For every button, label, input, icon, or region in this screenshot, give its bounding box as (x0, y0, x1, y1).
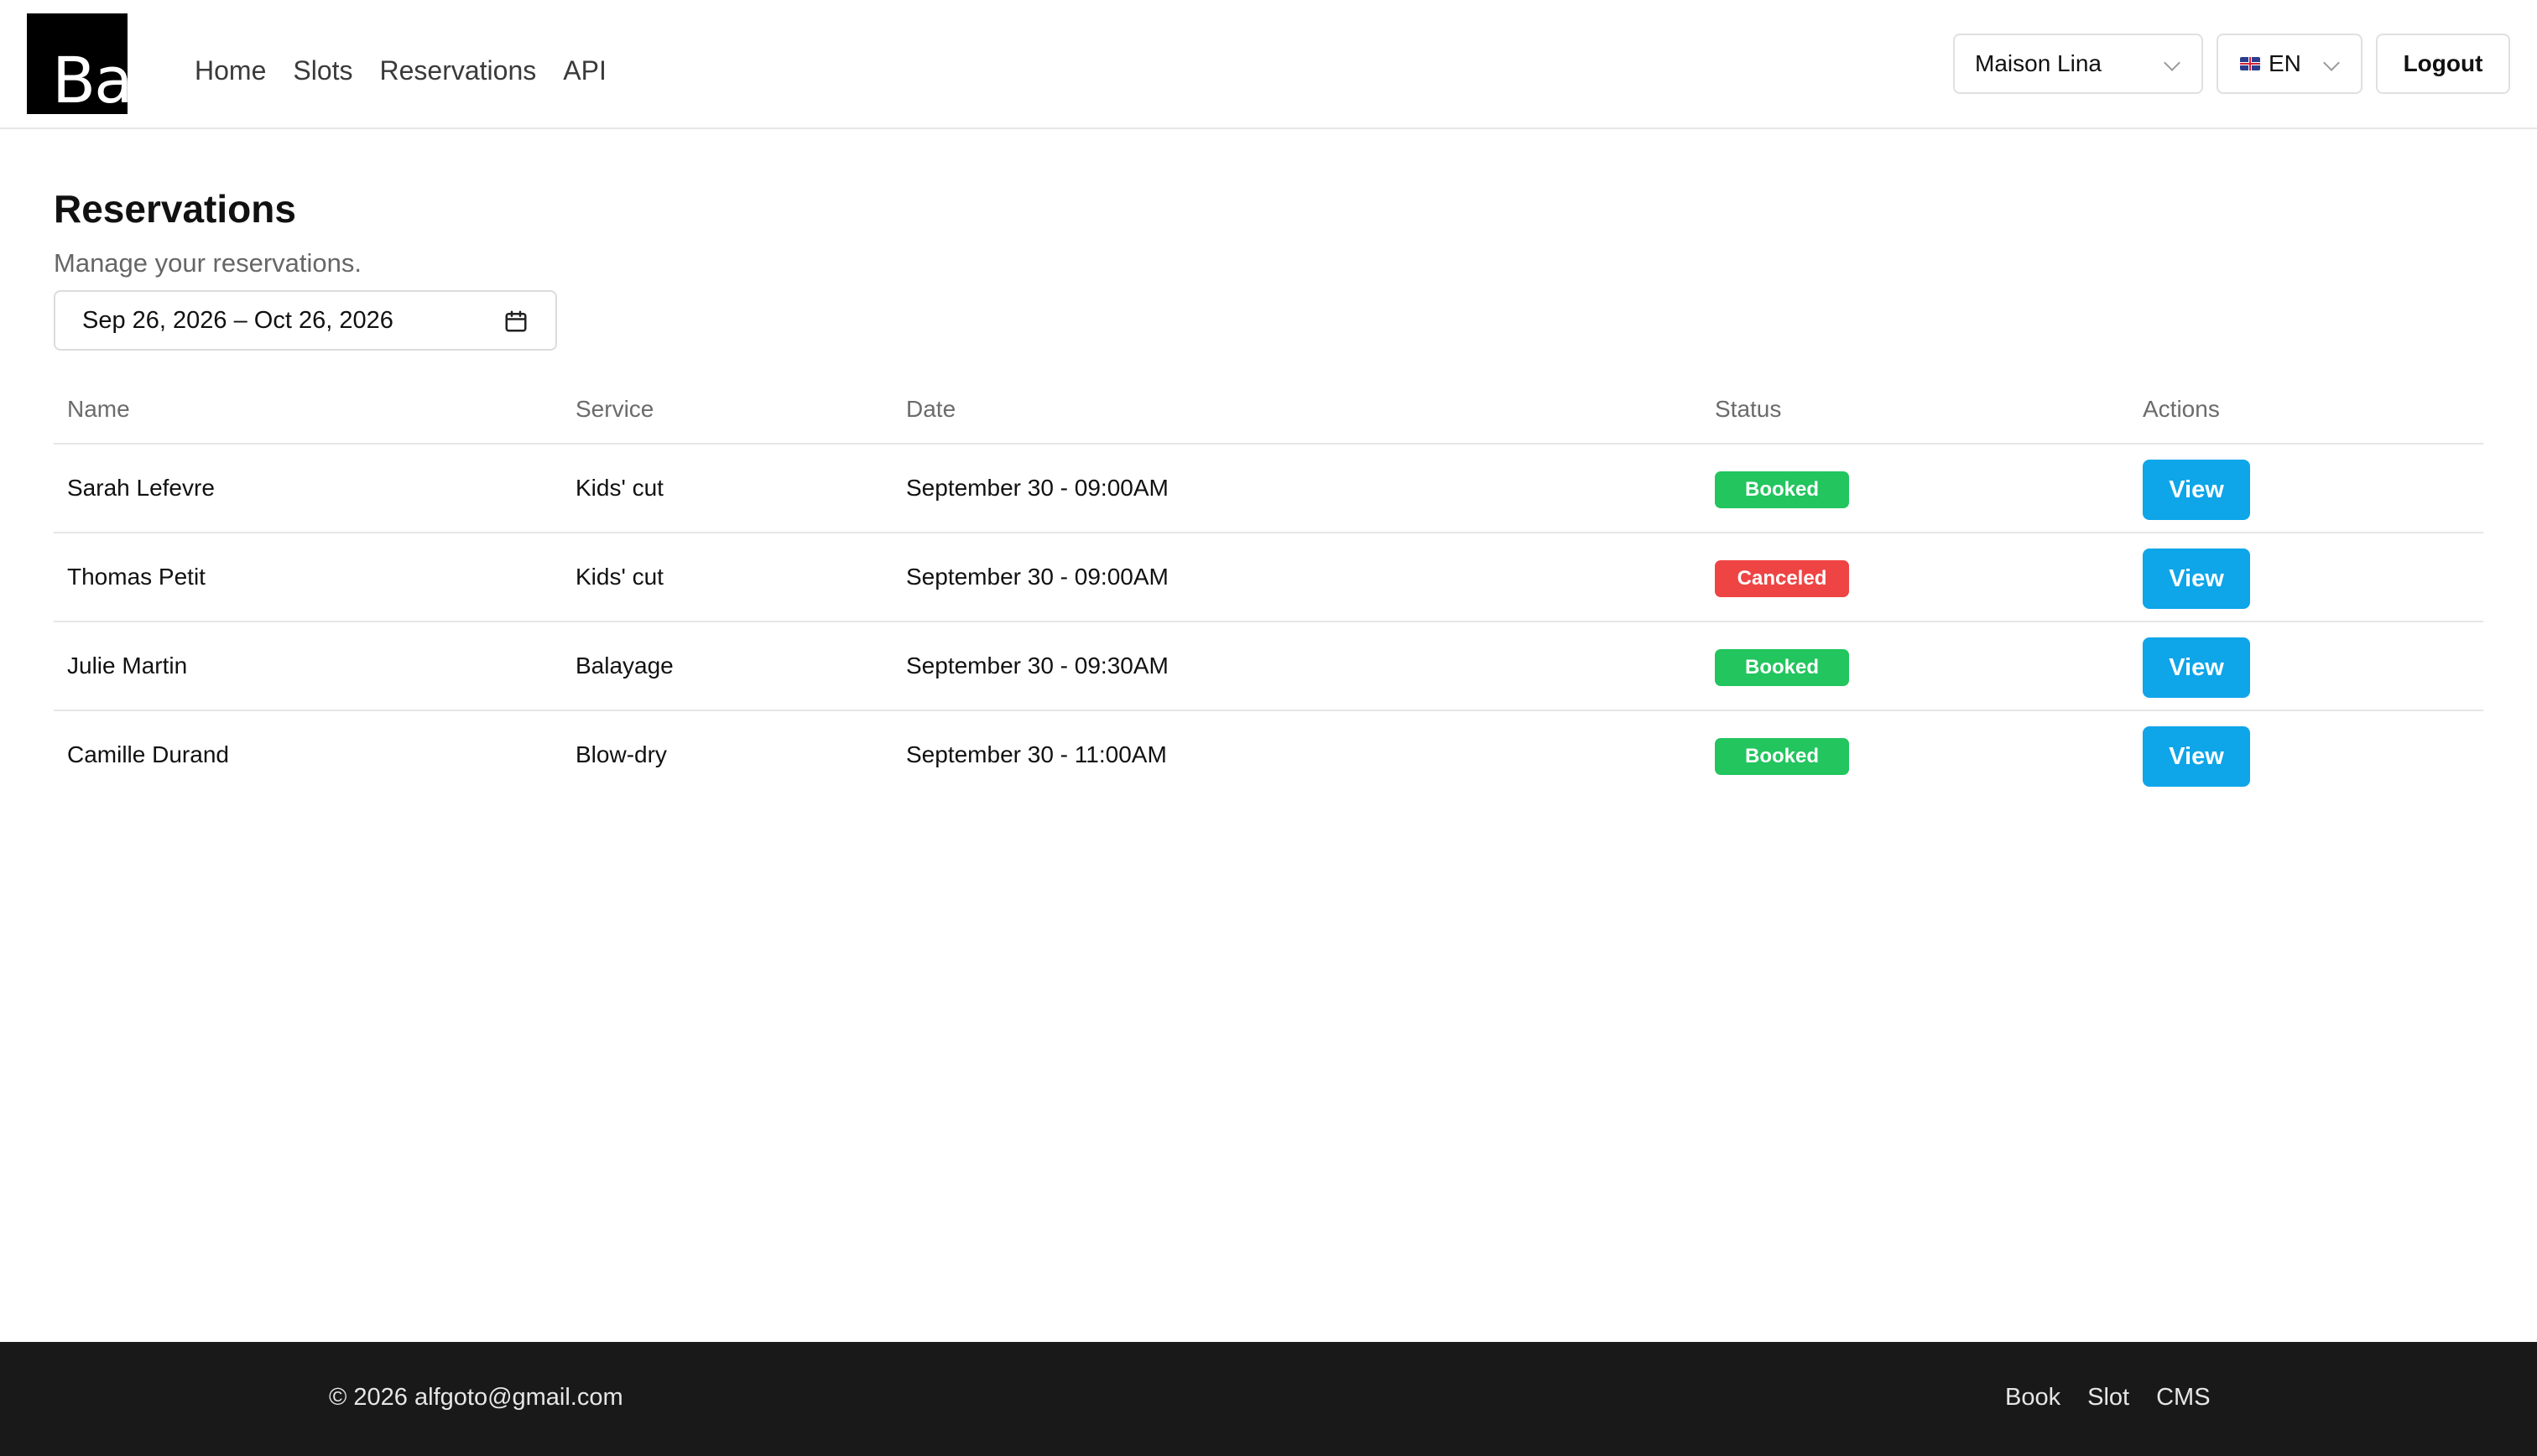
table-row: Camille Durand Blow-dry September 30 - 1… (54, 711, 2483, 800)
cell-date: September 30 - 09:00AM (906, 564, 1169, 590)
view-button[interactable]: View (2143, 726, 2250, 787)
footer-link-book[interactable]: Book (2005, 1384, 2060, 1412)
logout-button[interactable]: Logout (2376, 34, 2510, 94)
cell-date: September 30 - 09:00AM (906, 475, 1169, 501)
page-title: Reservations (54, 187, 296, 231)
cell-service: Kids' cut (576, 564, 664, 590)
page-footer: © 2026 alfgoto@gmail.com Book Slot CMS (0, 1342, 2537, 1456)
cell-name: Sarah Lefevre (67, 475, 215, 501)
cell-name: Camille Durand (67, 741, 229, 767)
column-header-name: Name (67, 396, 130, 422)
cell-date: September 30 - 11:00AM (906, 741, 1167, 767)
chevron-down-icon (2164, 55, 2180, 71)
page-subtitle: Manage your reservations. (54, 248, 362, 278)
footer-link-cms[interactable]: CMS (2156, 1384, 2210, 1412)
status-badge: Booked (1715, 471, 1849, 508)
language-select-value: EN (2269, 50, 2301, 76)
reservations-table: Name Service Date Status Actions Sarah L… (54, 382, 2483, 800)
language-select[interactable]: EN (2217, 34, 2362, 94)
logo-text: Ba (52, 43, 128, 114)
nav-slots[interactable]: Slots (293, 54, 352, 87)
footer-links: Book Slot CMS (2005, 1384, 2237, 1412)
footer-link-slot[interactable]: Slot (2087, 1384, 2129, 1412)
cell-name: Thomas Petit (67, 564, 206, 590)
status-badge: Booked (1715, 738, 1849, 775)
cell-date: September 30 - 09:30AM (906, 653, 1169, 679)
view-button[interactable]: View (2143, 637, 2250, 698)
status-badge: Booked (1715, 649, 1849, 686)
nav-reservations[interactable]: Reservations (380, 54, 537, 87)
cell-service: Kids' cut (576, 475, 664, 501)
nav-home[interactable]: Home (195, 54, 266, 87)
top-header: Ba Home Slots Reservations API Maison Li… (0, 0, 2537, 129)
view-button[interactable]: View (2143, 549, 2250, 609)
table-row: Thomas Petit Kids' cut September 30 - 09… (54, 533, 2483, 622)
date-range-value: Sep 26, 2026 – Oct 26, 2026 (82, 306, 393, 334)
column-header-actions: Actions (2143, 396, 2220, 422)
account-select-value: Maison Lina (1975, 50, 2102, 76)
footer-copyright: © 2026 alfgoto@gmail.com (329, 1384, 623, 1411)
view-button[interactable]: View (2143, 460, 2250, 520)
account-select[interactable]: Maison Lina (1953, 34, 2203, 94)
main-nav: Home Slots Reservations API (195, 54, 633, 87)
cell-service: Balayage (576, 653, 674, 679)
table-row: Sarah Lefevre Kids' cut September 30 - 0… (54, 445, 2483, 533)
brand-logo[interactable]: Ba (27, 13, 128, 114)
cell-name: Julie Martin (67, 653, 188, 679)
uk-flag-icon (2240, 57, 2260, 70)
nav-api[interactable]: API (563, 54, 607, 87)
cell-service: Blow-dry (576, 741, 667, 767)
status-badge: Canceled (1715, 560, 1849, 597)
table-row: Julie Martin Balayage September 30 - 09:… (54, 622, 2483, 711)
column-header-date: Date (906, 396, 956, 422)
date-range-picker[interactable]: Sep 26, 2026 – Oct 26, 2026 (54, 290, 557, 351)
chevron-down-icon (2323, 55, 2340, 71)
calendar-icon (505, 310, 527, 332)
page: Ba Home Slots Reservations API Maison Li… (0, 0, 2537, 1456)
column-header-status: Status (1715, 396, 1782, 422)
table-header: Name Service Date Status Actions (54, 382, 2483, 445)
column-header-service: Service (576, 396, 654, 422)
